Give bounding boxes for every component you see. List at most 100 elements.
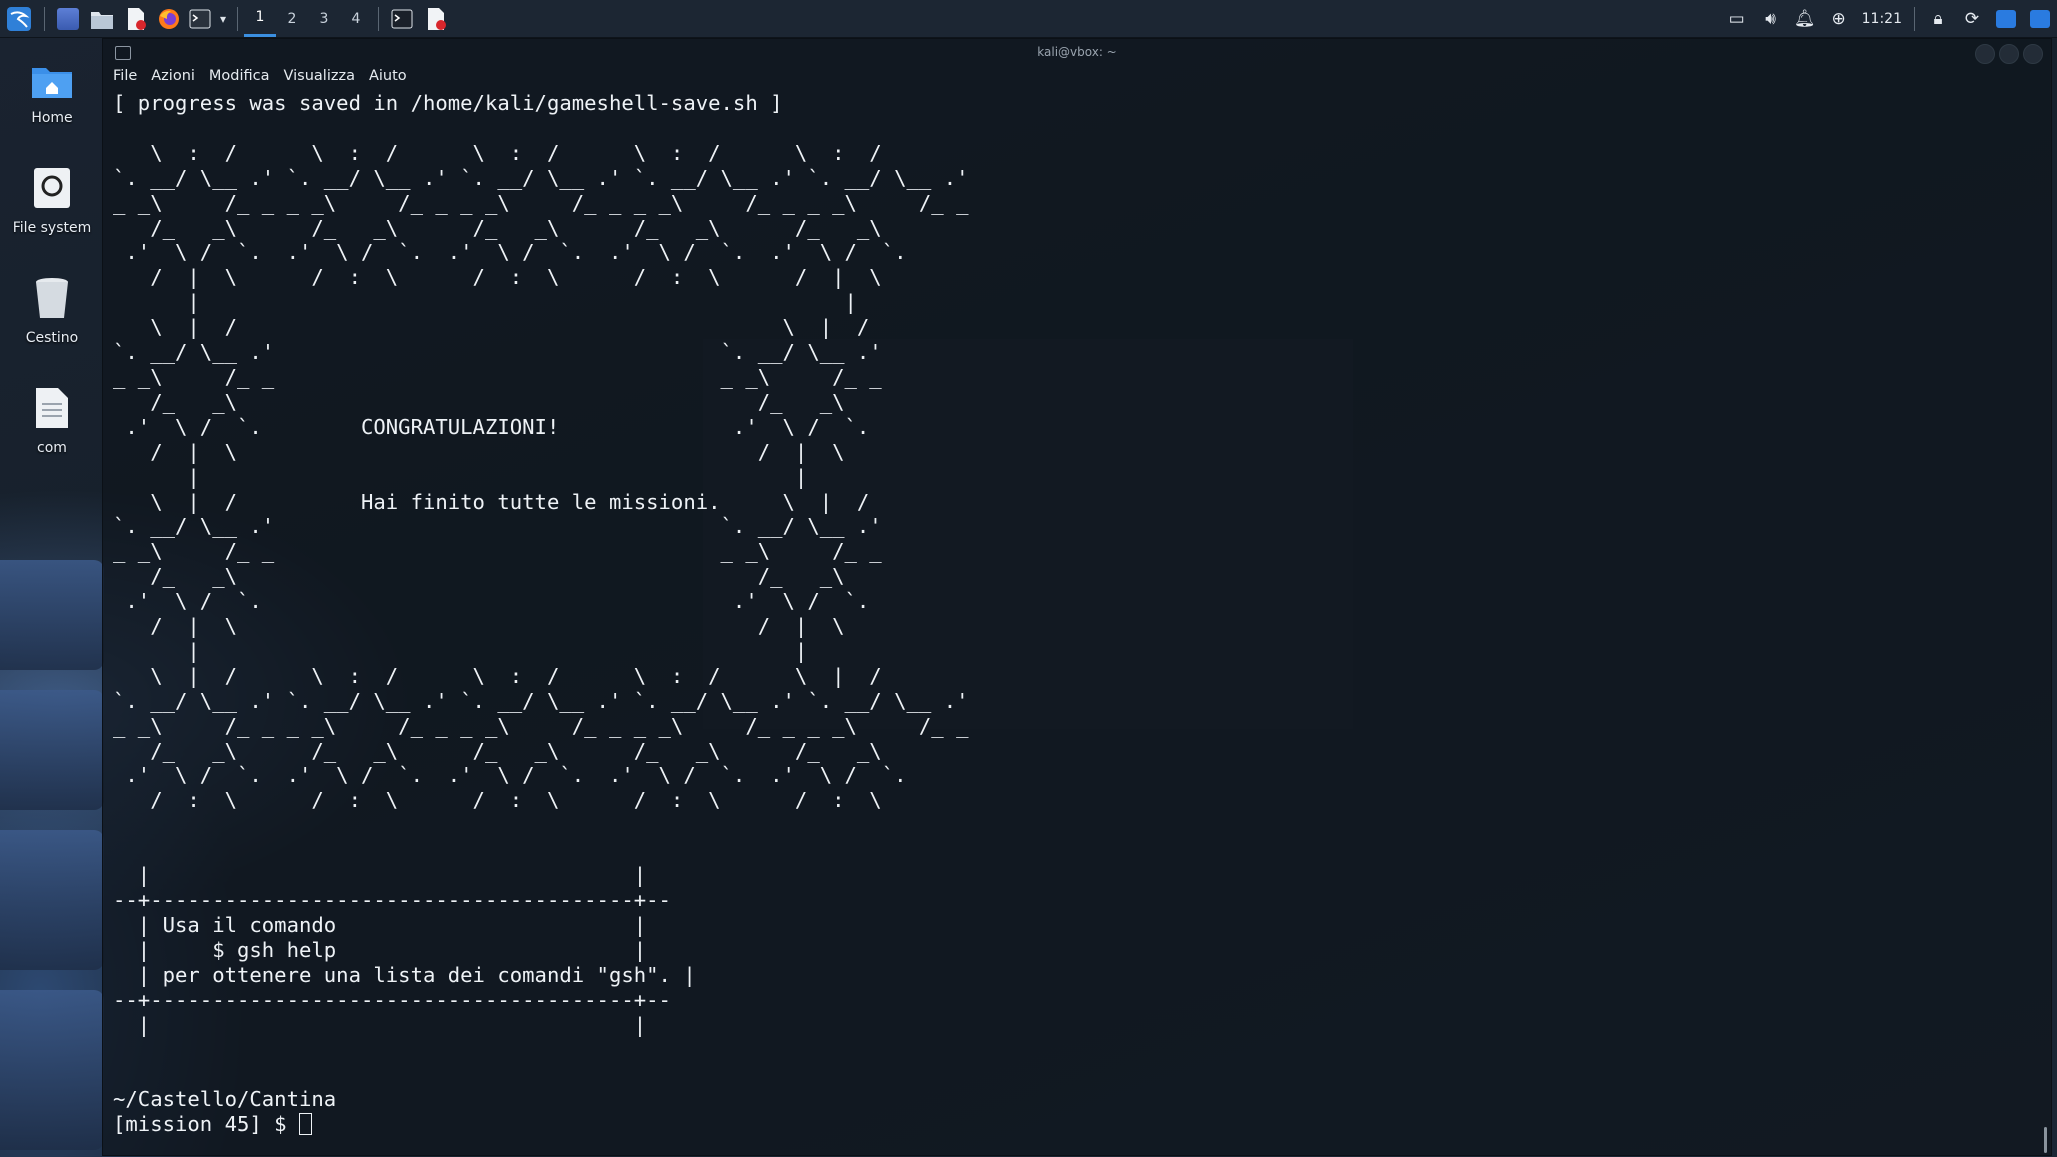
terminal-line: / : \ / : \ / : \ / : \ / : \ bbox=[113, 788, 882, 813]
wallpaper-key-shape bbox=[0, 830, 104, 970]
terminal-line: /_ _\ /_ _\ bbox=[113, 389, 845, 414]
terminal-menubar: File Azioni Modifica Visualizza Aiuto bbox=[113, 68, 407, 88]
desktop-icon-label: Home bbox=[31, 110, 73, 126]
notification-bell-icon[interactable]: 🔔︎ bbox=[1788, 0, 1822, 37]
terminal-line: /_ _\ /_ _\ /_ _\ /_ _\ /_ _\ bbox=[113, 215, 882, 240]
terminal-line: [ progress was saved in /home/kali/games… bbox=[113, 91, 783, 115]
workspace-4[interactable]: 4 bbox=[340, 0, 372, 37]
terminal-icon[interactable] bbox=[185, 0, 215, 37]
terminal-line: | | bbox=[113, 290, 857, 315]
top-panel: ▾ 1 2 3 4 ▭ 🔊︎ 🔔︎ ⊕ 11:21 🔒︎ ⟳ bbox=[0, 0, 2057, 38]
tray-app-icon-2[interactable] bbox=[2023, 0, 2057, 37]
terminal-line: .' \ / `. .' \ / `. .' \ / `. .' \ / `. … bbox=[113, 240, 907, 265]
terminal-output[interactable]: [ progress was saved in /home/kali/games… bbox=[113, 91, 2051, 1155]
terminal-window[interactable]: kali@vbox: ~ File Azioni Modifica Visual… bbox=[103, 39, 2051, 1155]
maximize-button[interactable] bbox=[1999, 44, 2019, 64]
terminal-line: /_ _\ /_ _\ /_ _\ /_ _\ /_ _\ bbox=[113, 738, 882, 763]
terminal-line: .' \ / `. .' \ / `. bbox=[113, 589, 870, 614]
terminal-line: | | bbox=[113, 863, 647, 888]
chevron-down-icon[interactable]: ▾ bbox=[215, 0, 231, 37]
terminal-line: /_ _\ /_ _\ bbox=[113, 564, 845, 589]
taskbar-terminal-button[interactable] bbox=[385, 0, 419, 37]
terminal-line: ~/Castello/Cantina bbox=[113, 1087, 337, 1112]
menu-visualizza[interactable]: Visualizza bbox=[284, 68, 355, 88]
terminal-line: / | \ / | \ bbox=[113, 614, 845, 639]
terminal-line: | | bbox=[113, 464, 808, 489]
trash-icon bbox=[0, 276, 104, 324]
terminal-line: \ | / \ | / bbox=[113, 315, 870, 340]
firefox-icon[interactable] bbox=[153, 0, 185, 37]
text-editor-icon[interactable] bbox=[119, 0, 153, 37]
prompt-line[interactable]: [mission 45] $ bbox=[113, 1112, 2051, 1137]
terminal-line: / | \ / : \ / : \ / : \ / | \ bbox=[113, 265, 882, 290]
terminal-line: | Usa il comando | bbox=[113, 912, 647, 937]
file-system-icon bbox=[0, 166, 104, 214]
terminal-line: | $ gsh help | bbox=[113, 937, 647, 962]
terminal-line: --+-------------------------------------… bbox=[113, 987, 671, 1012]
terminal-line: .' \ / `. CONGRATULAZIONI! .' \ / `. bbox=[113, 414, 870, 439]
tray-app-icon[interactable] bbox=[1989, 0, 2023, 37]
panel-separator bbox=[237, 6, 238, 31]
terminal-line: \ | / \ : / \ : / \ : / \ | / bbox=[113, 663, 882, 688]
desktop-icon-file-system[interactable]: File system bbox=[0, 166, 104, 236]
terminal-line: _ _\ /_ _ _ _\ /_ _ _ _\ /_ _ _ _\ /_ _ … bbox=[113, 713, 969, 738]
terminal-line: | | bbox=[113, 638, 808, 663]
kali-menu-icon[interactable] bbox=[0, 0, 38, 37]
clock[interactable]: 11:21 bbox=[1856, 11, 1908, 27]
terminal-line: `. __/ \__ .' `. __/ \__ .' bbox=[113, 340, 882, 365]
refresh-icon[interactable]: ⟳ bbox=[1955, 0, 1989, 37]
window-title: kali@vbox: ~ bbox=[1037, 45, 1117, 59]
terminal-line: `. __/ \__ .' `. __/ \__ .' `. __/ \__ .… bbox=[113, 688, 969, 713]
menu-modifica[interactable]: Modifica bbox=[209, 68, 270, 88]
menu-aiuto[interactable]: Aiuto bbox=[369, 68, 407, 88]
update-icon[interactable]: ⊕ bbox=[1822, 0, 1856, 37]
taskbar-editor-button[interactable] bbox=[419, 0, 453, 37]
terminal-line: | per ottenere una lista dei comandi "gs… bbox=[113, 962, 696, 987]
terminal-line: / | \ / | \ bbox=[113, 439, 845, 464]
text-file-icon bbox=[0, 386, 104, 434]
workspace-3[interactable]: 3 bbox=[308, 0, 340, 37]
wallpaper-key-shape bbox=[0, 690, 104, 810]
terminal-line: _ _\ /_ _ _ _\ /_ _ bbox=[113, 539, 882, 564]
panel-separator bbox=[378, 6, 379, 31]
panel-separator bbox=[1914, 6, 1915, 31]
desktop-icon-trash[interactable]: Cestino bbox=[0, 276, 104, 346]
terminal-line: `. __/ \__ .' `. __/ \__ .' bbox=[113, 514, 882, 539]
menu-file[interactable]: File bbox=[113, 68, 137, 88]
terminal-line: \ : / \ : / \ : / \ : / \ : / bbox=[113, 140, 882, 165]
desktop-icon-label: Cestino bbox=[25, 330, 79, 346]
desktop-icon-label: File system bbox=[12, 220, 92, 236]
desktop-icon-label: com bbox=[37, 440, 67, 456]
terminal-line: `. __/ \__ .' `. __/ \__ .' `. __/ \__ .… bbox=[113, 165, 969, 190]
desktop-icon-com[interactable]: com bbox=[0, 386, 104, 456]
terminal-scrollbar[interactable] bbox=[2044, 1127, 2047, 1153]
desktop-icon-home[interactable]: Home bbox=[0, 62, 104, 126]
text-cursor bbox=[298, 1113, 312, 1136]
menu-azioni[interactable]: Azioni bbox=[151, 68, 195, 88]
wallpaper-key-shape bbox=[0, 560, 104, 670]
system-tray: ▭ 🔊︎ 🔔︎ ⊕ 11:21 🔒︎ ⟳ bbox=[1720, 0, 2057, 37]
panel-separator bbox=[44, 6, 45, 31]
terminal-line: _ _\ /_ _ _ _\ /_ _ _ _\ /_ _ _ _\ /_ _ … bbox=[113, 190, 969, 215]
terminal-line: _ _\ /_ _ _ _\ /_ _ bbox=[113, 364, 882, 389]
terminal-line: --+-------------------------------------… bbox=[113, 888, 671, 912]
workspace-2[interactable]: 2 bbox=[276, 0, 308, 37]
shell-prompt: [mission 45] $ bbox=[113, 1112, 299, 1137]
terminal-line: | | bbox=[113, 1012, 647, 1037]
terminal-line: \ | / Hai finito tutte le missioni. \ | … bbox=[113, 489, 870, 514]
show-desktop-icon[interactable] bbox=[51, 0, 85, 37]
display-icon[interactable]: ▭ bbox=[1720, 0, 1754, 37]
volume-icon[interactable]: 🔊︎ bbox=[1754, 0, 1788, 37]
window-titlebar[interactable]: kali@vbox: ~ bbox=[103, 39, 2051, 67]
close-button[interactable] bbox=[2023, 44, 2043, 64]
lock-icon[interactable]: 🔒︎ bbox=[1921, 0, 1955, 37]
workspace-1[interactable]: 1 bbox=[244, 0, 276, 37]
wallpaper-key-shape bbox=[0, 990, 104, 1150]
file-manager-icon[interactable] bbox=[85, 0, 119, 37]
minimize-button[interactable] bbox=[1975, 44, 1995, 64]
